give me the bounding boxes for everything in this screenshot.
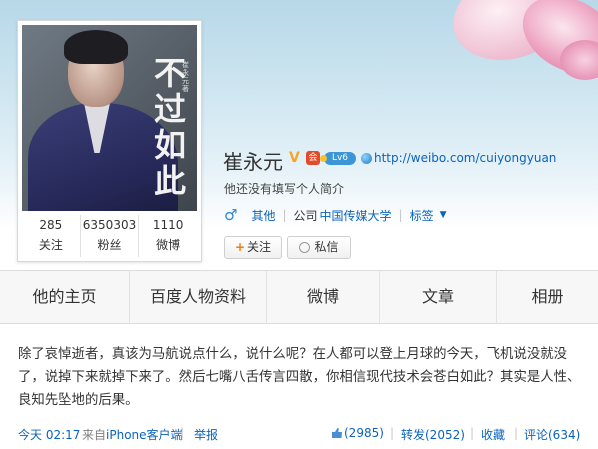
stat-label: 微博 — [156, 238, 181, 252]
company-link[interactable]: 中国传媒大学 — [320, 207, 392, 224]
tab-baidu-profile[interactable]: 百度人物资料 — [130, 271, 267, 323]
follow-button[interactable]: + 关注 — [224, 236, 282, 259]
globe-icon — [361, 153, 372, 164]
favorite-link[interactable]: 收藏 — [481, 426, 505, 443]
post-footer: 今天 02:17 来自iPhone客户端 | 举报 (2985) | 转发(20… — [18, 426, 588, 444]
tab-home[interactable]: 他的主页 — [0, 271, 130, 323]
report-link[interactable]: 举报 — [194, 426, 218, 443]
profile-name: 崔永元 — [223, 150, 283, 174]
stats-bar: 285 关注 6350303 粉丝 1110 微博 — [22, 215, 197, 257]
post-source: 来自iPhone客户端 — [82, 426, 183, 443]
tags-link[interactable]: 标签 — [410, 207, 434, 224]
flower-petal — [560, 40, 598, 80]
post-text: 除了哀悼逝者，真该为马航说点什么，说什么呢？在人都可以登上月球的今天，飞机说没就… — [18, 347, 581, 408]
male-icon: ♂ — [224, 206, 238, 224]
repost-link[interactable]: 转发(2052) — [401, 426, 465, 443]
profile-url-link[interactable]: http://weibo.com/cuiyongyuan — [374, 151, 556, 165]
company-prefix: 公司 — [293, 208, 318, 223]
divider: | — [390, 426, 395, 440]
member-icon[interactable]: 会 — [306, 151, 320, 165]
message-label: 私信 — [314, 240, 339, 254]
divider: | — [470, 426, 475, 440]
tab-articles[interactable]: 文章 — [380, 271, 497, 323]
avatar-card: 不过如此 崔永元著 285 关注 6350303 粉丝 1110 微博 — [17, 20, 202, 262]
stat-count: 285 — [39, 218, 63, 232]
message-button[interactable]: 私信 — [287, 236, 351, 259]
comment-link[interactable]: 评论(634) — [524, 426, 580, 443]
tab-photos[interactable]: 相册 — [497, 271, 598, 323]
location-link[interactable]: 其他 — [251, 207, 275, 224]
divider: | — [398, 208, 403, 222]
level-badge[interactable]: Lv6 — [320, 152, 356, 165]
cover-small-text: 崔永元著 — [182, 61, 189, 93]
stat-count: 6350303 — [82, 218, 137, 232]
divider: | — [282, 208, 287, 222]
like-count: (2985) — [344, 426, 384, 440]
stat-following[interactable]: 285 关注 — [22, 215, 81, 257]
stat-followers[interactable]: 6350303 粉丝 — [81, 215, 140, 257]
tab-weibo[interactable]: 微博 — [267, 271, 380, 323]
divider: | — [514, 426, 519, 440]
profile-meta: ♂ 其他 | 公司 中国传媒大学 | 标签 ▼ — [224, 206, 447, 224]
profile-bio: 他还没有填写个人简介 — [224, 182, 345, 196]
post-time[interactable]: 今天 02:17 — [18, 426, 80, 443]
stat-count: 1110 — [152, 218, 184, 232]
like-button[interactable]: (2985) — [332, 426, 384, 440]
profile-tabs: 他的主页 百度人物资料 微博 文章 相册 — [0, 270, 598, 324]
verified-icon[interactable]: V — [289, 151, 303, 165]
chevron-down-icon[interactable]: ▼ — [440, 210, 447, 220]
source-app-link[interactable]: iPhone客户端 — [106, 428, 183, 442]
divider: | — [180, 426, 185, 440]
stat-label: 粉丝 — [97, 238, 122, 252]
thumbs-up-icon — [332, 428, 342, 438]
stat-posts[interactable]: 1110 微博 — [139, 215, 197, 257]
plus-icon: + — [234, 240, 246, 254]
avatar-hair — [64, 30, 128, 64]
source-prefix: 来自 — [82, 428, 107, 442]
message-icon — [299, 242, 311, 253]
avatar[interactable]: 不过如此 崔永元著 — [22, 25, 197, 211]
stat-label: 关注 — [38, 238, 63, 252]
follow-label: 关注 — [247, 240, 272, 254]
